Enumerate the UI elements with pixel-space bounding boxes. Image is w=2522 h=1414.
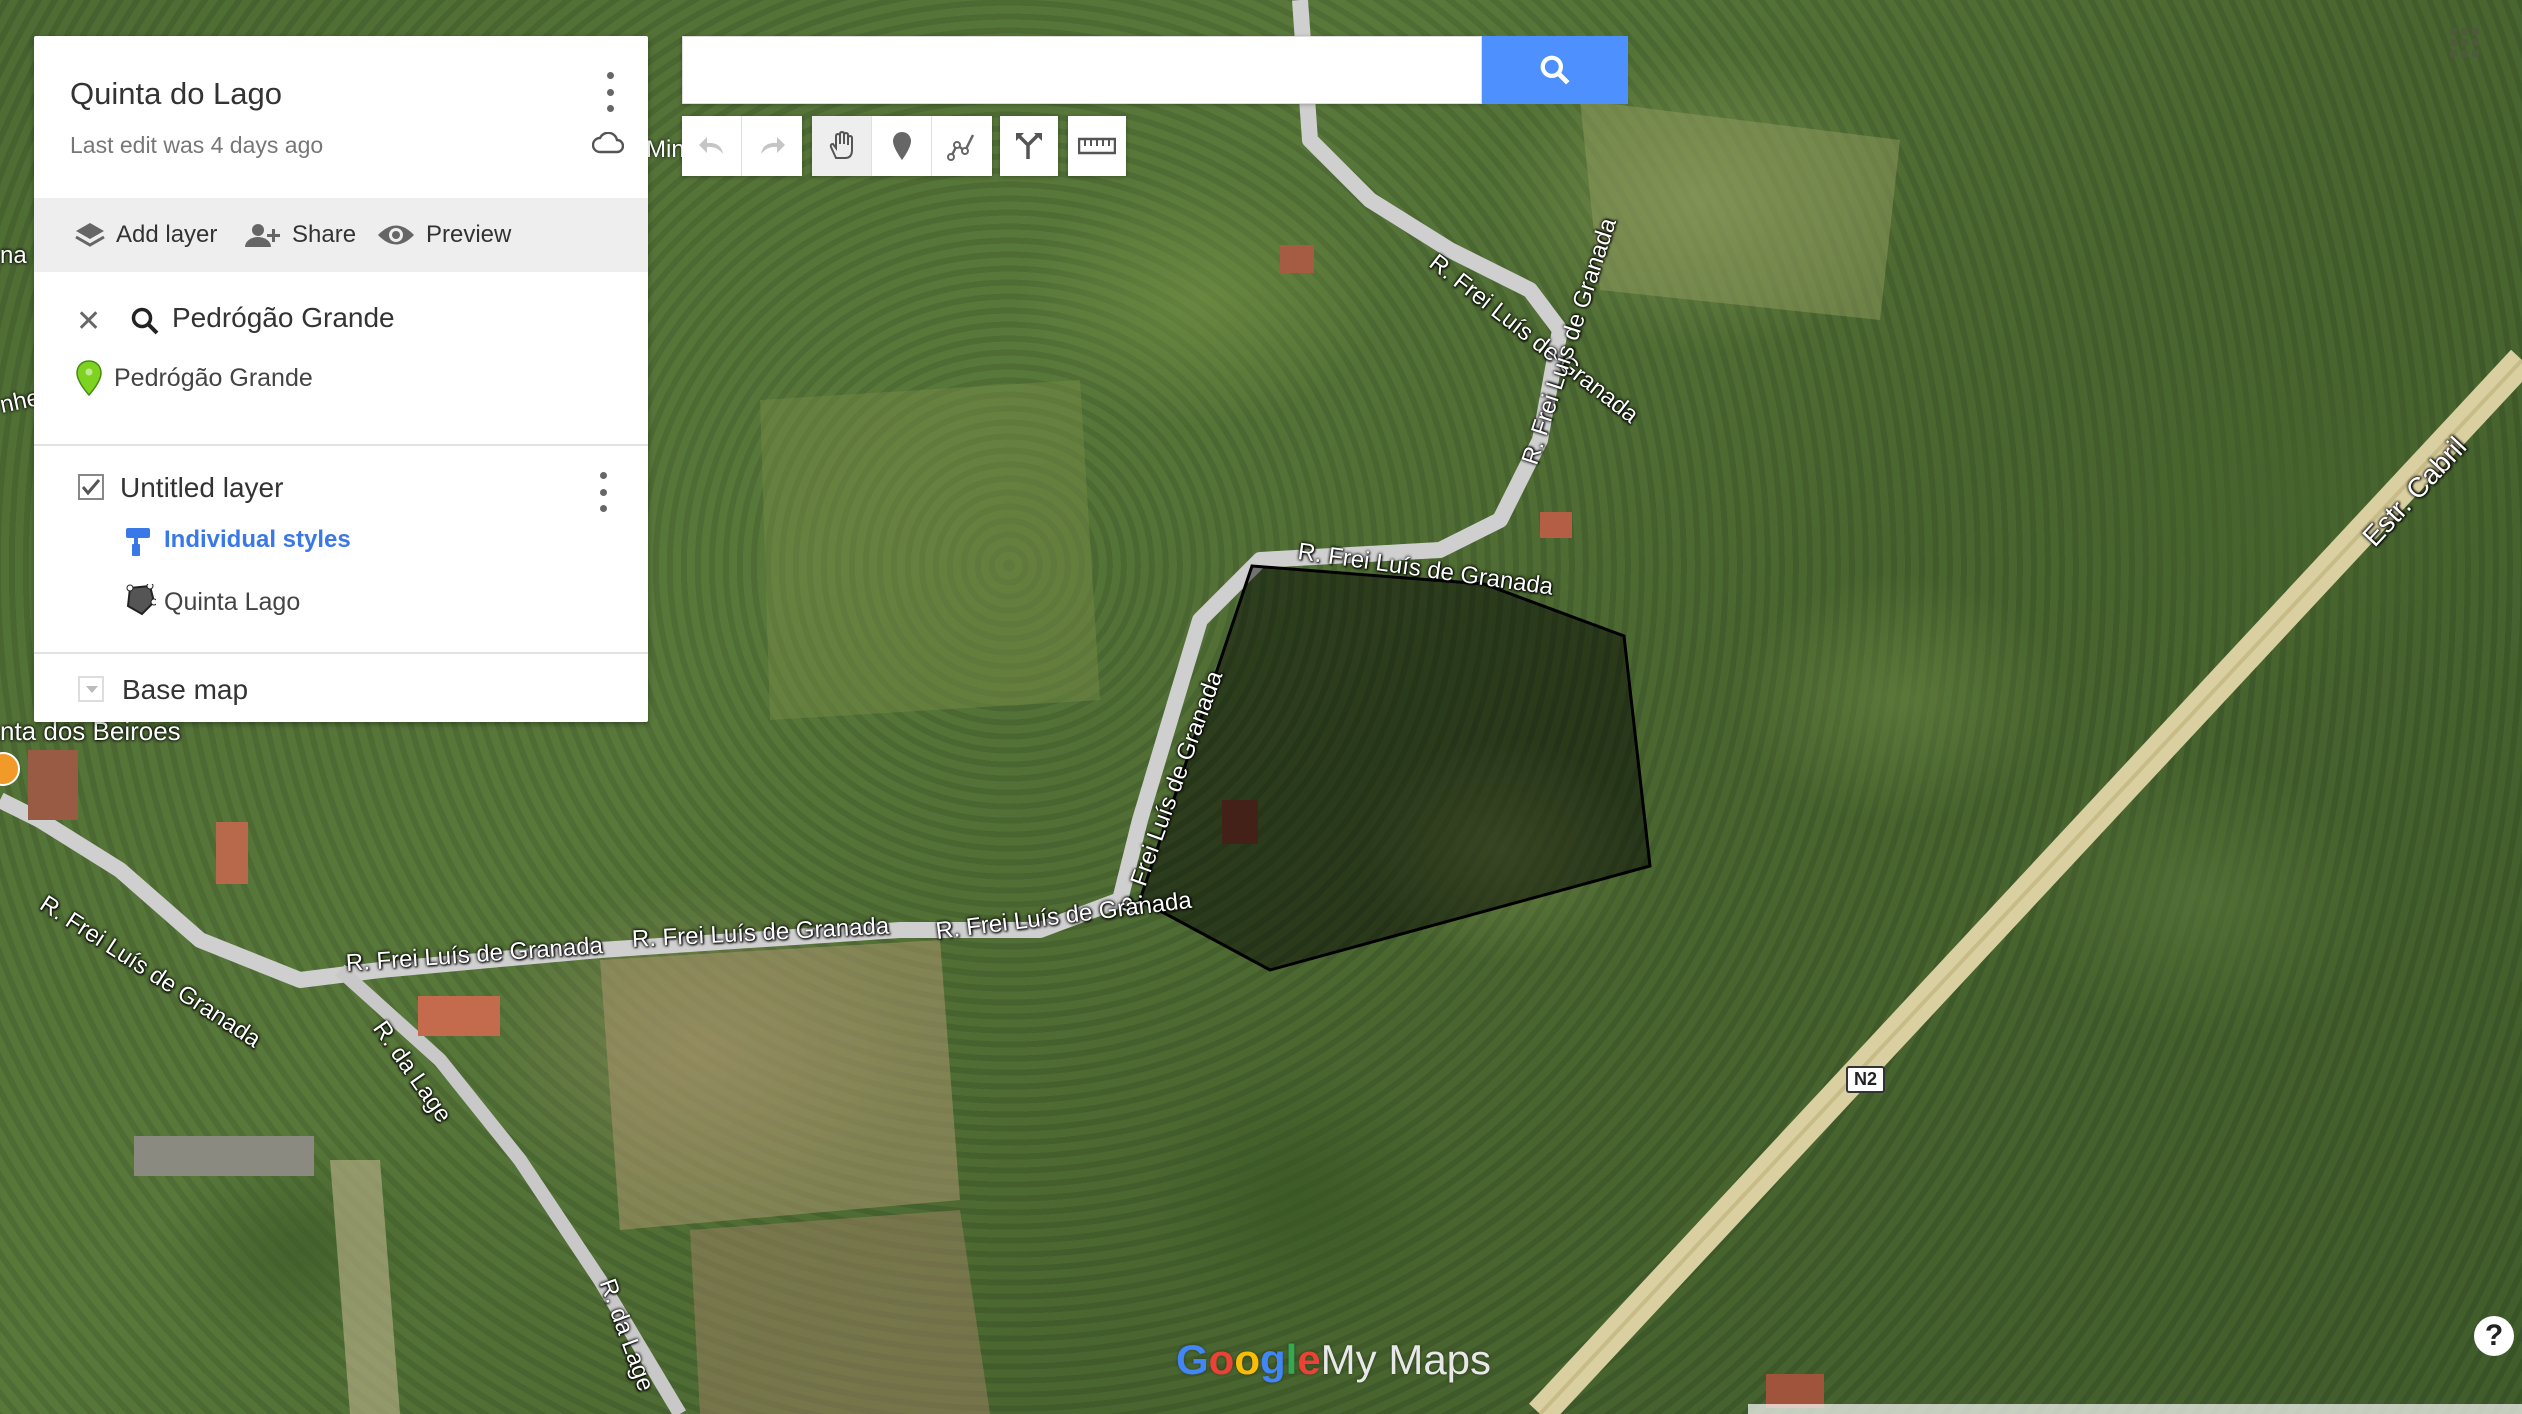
preview-button[interactable]: Preview <box>376 216 511 254</box>
attribution-bar <box>1748 1404 2522 1414</box>
search-result-item[interactable]: Pedrógão Grande <box>114 364 313 393</box>
divider <box>34 444 648 446</box>
rooftop <box>216 822 248 884</box>
eye-icon <box>378 225 414 245</box>
marker-icon <box>892 132 911 160</box>
close-search-icon[interactable]: ✕ <box>76 304 101 339</box>
polygon-icon <box>126 584 156 616</box>
redo-icon <box>761 137 785 154</box>
ruler-icon <box>1078 137 1116 155</box>
undo-icon <box>698 137 723 154</box>
hand-icon <box>829 130 853 159</box>
undo-redo-group <box>682 116 802 176</box>
search-button[interactable] <box>1482 36 1628 104</box>
layer-checkbox[interactable] <box>78 474 104 500</box>
cloud-saved-icon <box>592 132 624 154</box>
redo-button[interactable] <box>742 116 802 176</box>
map-panel: Quinta do Lago Last edit was 4 days ago … <box>34 36 648 722</box>
apps-grid-icon[interactable] <box>2448 26 2482 60</box>
rooftop <box>418 996 500 1036</box>
search-icon <box>131 307 159 335</box>
field-patch <box>330 1160 400 1414</box>
partial-label: Min <box>646 136 685 163</box>
field-patch <box>760 380 1100 720</box>
layers-icon <box>75 223 105 247</box>
search-input[interactable] <box>683 37 1481 103</box>
rooftop <box>1280 245 1314 273</box>
share-label: Share <box>292 221 357 248</box>
divider <box>34 652 648 654</box>
layer-name[interactable]: Untitled layer <box>120 472 283 504</box>
last-edit-text: Last edit was 4 days ago <box>70 132 324 158</box>
rooftop <box>134 1136 314 1176</box>
map-title[interactable]: Quinta do Lago <box>70 76 282 112</box>
search-icon <box>1540 55 1570 85</box>
add-directions-button[interactable] <box>1000 116 1058 176</box>
rooftop <box>28 750 78 820</box>
field-patch <box>600 940 960 1230</box>
paint-roller-icon <box>126 528 150 556</box>
base-map-label[interactable]: Base map <box>122 674 248 706</box>
draw-line-icon <box>947 134 975 161</box>
add-layer-button[interactable]: Add layer <box>74 216 217 254</box>
quinta-lago-polygon[interactable] <box>1138 564 1652 972</box>
preview-label: Preview <box>426 221 512 248</box>
base-map-expand-icon[interactable] <box>78 676 104 702</box>
route-badge: N2 <box>1846 1066 1886 1093</box>
share-button[interactable]: Share <box>242 216 356 254</box>
rooftop <box>1766 1374 1824 1408</box>
measure-group <box>1068 116 1126 176</box>
partial-label: na <box>0 242 27 269</box>
field-patch <box>1580 100 1900 320</box>
layer-options-menu-icon[interactable] <box>597 472 609 512</box>
hand-tool-button[interactable] <box>812 116 872 176</box>
individual-styles-link[interactable]: Individual styles <box>164 526 351 554</box>
map-options-menu-icon[interactable] <box>604 72 616 112</box>
directions-icon <box>1016 133 1042 159</box>
google-my-maps-logo: GoogleMy Maps <box>1176 1336 1492 1383</box>
directions-group <box>1000 116 1058 176</box>
map-search-box <box>682 36 1482 104</box>
field-patch <box>690 1210 990 1414</box>
add-layer-label: Add layer <box>116 221 218 248</box>
undo-button[interactable] <box>682 116 742 176</box>
add-person-icon <box>245 224 280 247</box>
measure-distance-button[interactable] <box>1068 116 1126 176</box>
draw-tools-group <box>812 116 992 176</box>
add-marker-button[interactable] <box>872 116 932 176</box>
green-pin-icon <box>76 360 102 396</box>
panel-toolbar: Add layer Share Preview <box>34 198 648 272</box>
search-query-text: Pedrógão Grande <box>172 302 395 333</box>
draw-line-button[interactable] <box>932 116 992 176</box>
help-button[interactable]: ? <box>2474 1316 2514 1356</box>
feature-item[interactable]: Quinta Lago <box>164 588 300 617</box>
rooftop <box>1540 512 1572 538</box>
